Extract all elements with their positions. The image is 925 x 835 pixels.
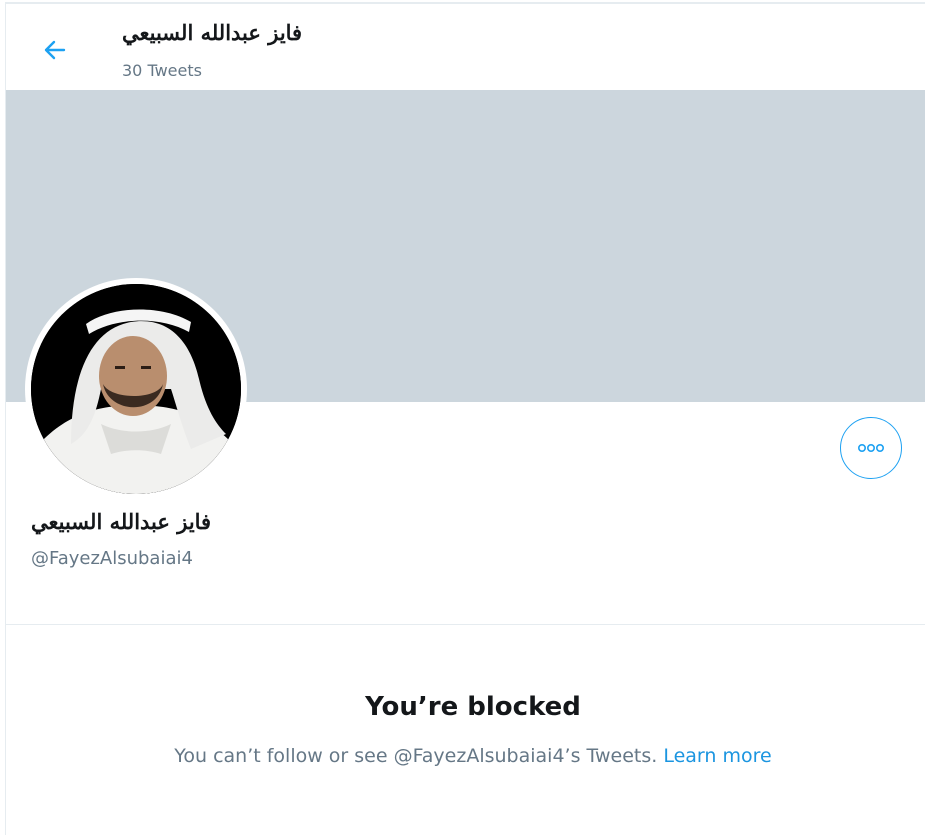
avatar-image (31, 284, 241, 494)
more-horizontal-icon (857, 443, 884, 453)
avatar[interactable] (25, 278, 247, 500)
arrow-left-icon (44, 40, 66, 60)
profile-handle: @FayezAlsubaiai4 (31, 548, 193, 569)
section-divider (6, 624, 925, 625)
profile-display-name: فايز عبدالله السبيعي (31, 509, 212, 534)
avatar-photo (31, 284, 241, 494)
learn-more-link[interactable]: Learn more (663, 745, 771, 767)
header-title: فايز عبدالله السبيعي (122, 20, 303, 45)
profile-page: فايز عبدالله السبيعي 30 Tweets فايز عبدا… (5, 2, 925, 835)
tweet-count: 30 Tweets (122, 61, 202, 80)
back-button[interactable] (36, 32, 72, 68)
profile-header: فايز عبدالله السبيعي 30 Tweets (6, 4, 925, 90)
more-options-button[interactable] (840, 417, 902, 479)
blocked-message-text: You can’t follow or see @FayezAlsubaiai4… (174, 745, 658, 767)
blocked-title: You’re blocked (365, 692, 581, 722)
blocked-message: You can’t follow or see @FayezAlsubaiai4… (6, 745, 925, 767)
